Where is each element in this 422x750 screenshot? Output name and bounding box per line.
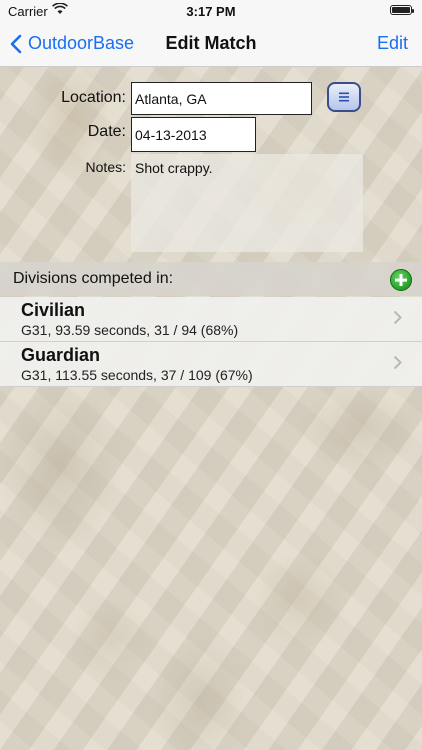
date-label: Date:: [87, 123, 126, 140]
plus-icon: [395, 274, 407, 286]
chevron-right-icon: [393, 309, 402, 330]
add-division-button[interactable]: [390, 269, 412, 291]
page-title: Edit Match: [165, 33, 257, 53]
navigation-bar: OutdoorBase Edit Match Edit: [0, 22, 422, 67]
divisions-section-header: Divisions competed in:: [0, 262, 422, 296]
location-label: Location:: [61, 89, 126, 106]
chevron-right-icon: [393, 354, 402, 375]
division-name: Civilian: [21, 300, 86, 320]
location-field[interactable]: Atlanta, GA: [131, 82, 312, 115]
status-bar: Carrier 3:17 PM: [0, 0, 422, 22]
division-row[interactable]: Guardian G31, 113.55 seconds, 37 / 109 (…: [0, 342, 422, 387]
edit-button[interactable]: Edit: [377, 33, 408, 54]
clock: 3:17 PM: [186, 4, 236, 19]
battery-icon: [390, 5, 414, 15]
divisions-header-label: Divisions competed in:: [13, 270, 174, 287]
division-name: Guardian: [21, 345, 101, 365]
notes-field[interactable]: Shot crappy.: [131, 154, 363, 252]
division-detail: G31, 113.55 seconds, 37 / 109 (67%): [21, 367, 253, 383]
notes-label: Notes:: [85, 159, 126, 175]
division-row[interactable]: Civilian G31, 93.59 seconds, 31 / 94 (68…: [0, 297, 422, 342]
division-detail: G31, 93.59 seconds, 31 / 94 (68%): [21, 322, 239, 338]
location-list-button[interactable]: [327, 82, 361, 112]
date-field[interactable]: 04-13-2013: [131, 117, 256, 152]
list-icon: [339, 92, 349, 102]
battery-fill: [392, 7, 410, 13]
